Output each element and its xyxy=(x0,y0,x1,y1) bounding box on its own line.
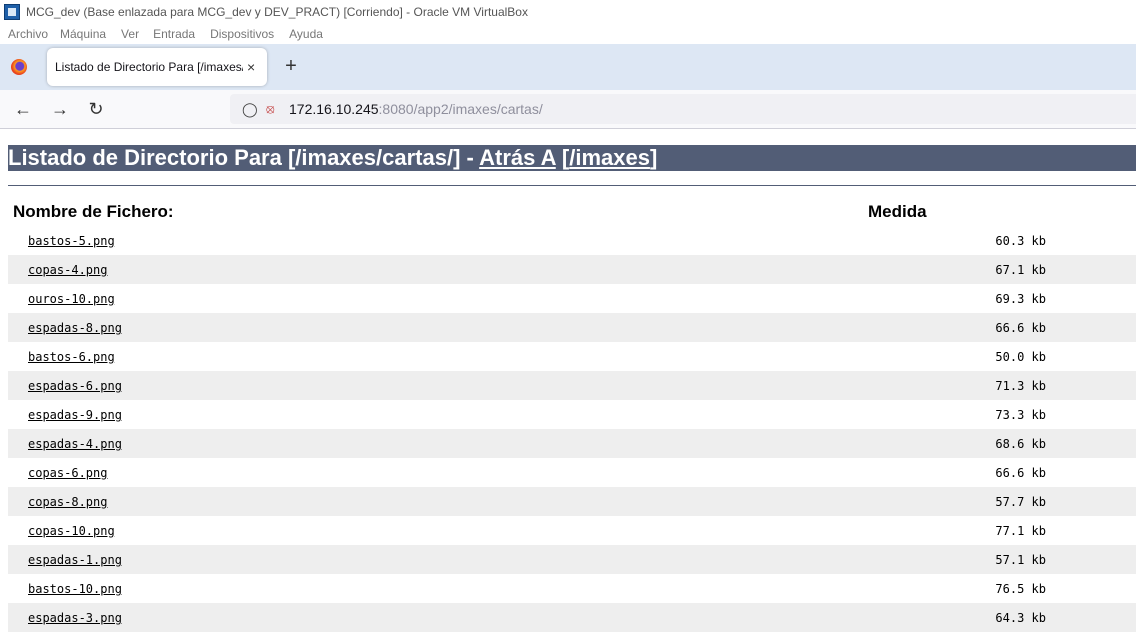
table-header: Nombre de Fichero: Medida xyxy=(8,196,1136,226)
menu-entrada[interactable]: Entrada xyxy=(153,27,195,41)
url-bar[interactable]: ◯ ⦻ 172.16.10.245:8080/app2/imaxes/carta… xyxy=(230,94,1136,124)
new-tab-button[interactable]: + xyxy=(281,54,301,78)
menu-archivo[interactable]: Archivo xyxy=(8,27,48,41)
tab-title: Listado de Directorio Para [/imaxes/ xyxy=(55,60,243,74)
file-size: 68.6 kb xyxy=(995,437,1046,451)
column-header-size: Medida xyxy=(868,202,927,221)
page-title-bracket: [ xyxy=(555,145,570,170)
table-row: bastos-10.png 76.5 kb xyxy=(8,574,1136,603)
file-size: 73.3 kb xyxy=(995,408,1046,422)
file-link[interactable]: copas-10.png xyxy=(28,524,115,538)
url-path: :8080/app2/imaxes/cartas/ xyxy=(378,101,543,117)
file-link[interactable]: copas-6.png xyxy=(28,466,107,480)
file-link[interactable]: espadas-9.png xyxy=(28,408,122,422)
file-link[interactable]: copas-4.png xyxy=(28,263,107,277)
file-link[interactable]: bastos-5.png xyxy=(28,234,115,248)
reload-icon[interactable]: ↻ xyxy=(84,97,108,121)
tab-close-icon[interactable]: × xyxy=(247,59,255,75)
table-row: copas-10.png 77.1 kb xyxy=(8,516,1136,545)
menu-dispositivos[interactable]: Dispositivos xyxy=(210,27,274,41)
page-title-prefix: Listado de Directorio Para [/imaxes/cart… xyxy=(8,145,480,170)
file-size: 77.1 kb xyxy=(995,524,1046,538)
table-row: bastos-6.png 50.0 kb xyxy=(8,342,1136,371)
file-link[interactable]: espadas-8.png xyxy=(28,321,122,335)
file-link[interactable]: bastos-6.png xyxy=(28,350,115,364)
file-size: 71.3 kb xyxy=(995,379,1046,393)
file-link[interactable]: bastos-10.png xyxy=(28,582,122,596)
file-size: 57.1 kb xyxy=(995,553,1046,567)
table-row: bastos-5.png 60.3 kb xyxy=(8,226,1136,255)
file-size: 57.7 kb xyxy=(995,495,1046,509)
table-row: ouros-10.png 69.3 kb xyxy=(8,284,1136,313)
file-size: 69.3 kb xyxy=(995,292,1046,306)
file-size: 64.3 kb xyxy=(995,611,1046,625)
file-size: 67.1 kb xyxy=(995,263,1046,277)
page-title-suffix: ] xyxy=(649,145,658,170)
file-link[interactable]: espadas-1.png xyxy=(28,553,122,567)
page-title: Listado de Directorio Para [/imaxes/cart… xyxy=(8,145,1136,171)
file-link[interactable]: ouros-10.png xyxy=(28,292,115,306)
table-row: copas-4.png 67.1 kb xyxy=(8,255,1136,284)
file-link[interactable]: espadas-4.png xyxy=(28,437,122,451)
url-host: 172.16.10.245 xyxy=(289,101,379,117)
header-divider xyxy=(8,185,1136,186)
table-row: espadas-9.png 73.3 kb xyxy=(8,400,1136,429)
virtualbox-menu-bar: Archivo Máquina Ver Entrada Dispositivos… xyxy=(0,24,1136,44)
menu-ver[interactable]: Ver xyxy=(121,27,139,41)
file-size: 66.6 kb xyxy=(995,321,1046,335)
table-row: espadas-8.png 66.6 kb xyxy=(8,313,1136,342)
table-row: copas-6.png 66.6 kb xyxy=(8,458,1136,487)
table-row: espadas-3.png 64.3 kb xyxy=(8,603,1136,632)
file-size: 76.5 kb xyxy=(995,582,1046,596)
forward-arrow-icon[interactable]: → xyxy=(48,97,72,121)
back-arrow-icon[interactable]: ← xyxy=(11,97,35,121)
file-link[interactable]: copas-8.png xyxy=(28,495,107,509)
parent-link[interactable]: Atrás A xyxy=(479,145,556,170)
file-size: 60.3 kb xyxy=(995,234,1046,248)
table-row: copas-8.png 57.7 kb xyxy=(8,487,1136,516)
table-row: espadas-4.png 68.6 kb xyxy=(8,429,1136,458)
browser-nav-bar: ← → ↻ ◯ ⦻ 172.16.10.245:8080/app2/imaxes… xyxy=(0,90,1136,129)
file-link[interactable]: espadas-6.png xyxy=(28,379,122,393)
tab-directory-listing[interactable]: Listado de Directorio Para [/imaxes/ × xyxy=(47,48,267,86)
menu-ayuda[interactable]: Ayuda xyxy=(289,27,323,41)
table-row: espadas-1.png 57.1 kb xyxy=(8,545,1136,574)
file-size: 66.6 kb xyxy=(995,466,1046,480)
window-title: MCG_dev (Base enlazada para MCG_dev y DE… xyxy=(26,5,528,19)
column-header-name: Nombre de Fichero: xyxy=(13,202,174,221)
file-listing-table: Nombre de Fichero: Medida bastos-5.png 60… xyxy=(8,196,1136,632)
insecure-lock-icon[interactable]: ⦻ xyxy=(266,101,280,117)
url-text[interactable]: 172.16.10.245:8080/app2/imaxes/cartas/ xyxy=(289,101,543,117)
virtualbox-title-bar: MCG_dev (Base enlazada para MCG_dev y DE… xyxy=(0,0,1136,24)
menu-maquina[interactable]: Máquina xyxy=(60,27,106,41)
parent-path-link[interactable]: /imaxes xyxy=(569,145,650,170)
browser-tab-strip: Listado de Directorio Para [/imaxes/ × + xyxy=(0,44,1136,90)
firefox-menu-icon[interactable] xyxy=(11,59,27,75)
file-size: 50.0 kb xyxy=(995,350,1046,364)
virtualbox-app-icon xyxy=(4,4,20,20)
tracking-shield-icon[interactable]: ◯ xyxy=(242,101,258,117)
table-row: espadas-6.png 71.3 kb xyxy=(8,371,1136,400)
file-link[interactable]: espadas-3.png xyxy=(28,611,122,625)
